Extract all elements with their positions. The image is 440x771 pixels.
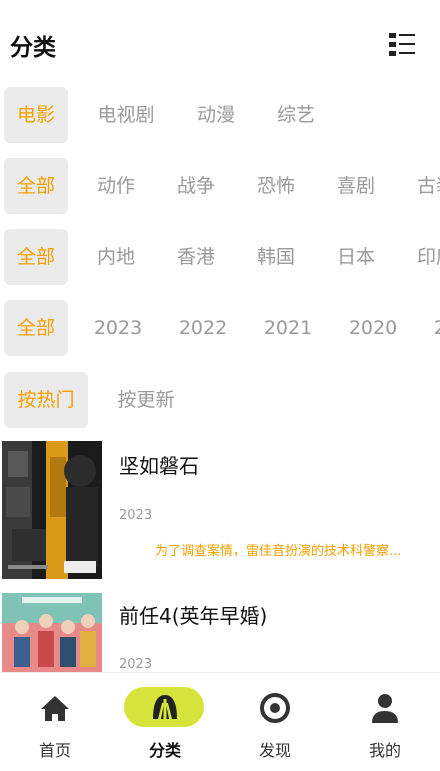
- chip-type-anime[interactable]: 动漫: [182, 87, 250, 143]
- movie-description: 为了调查案情，雷佳音扮演的技术科警察...: [155, 544, 402, 559]
- movie-year: 2023: [119, 508, 153, 523]
- list-menu-icon[interactable]: [386, 30, 418, 60]
- filter-row-region: 全部 内地 香港 韩国 日本 印度: [0, 229, 440, 287]
- tab-discover[interactable]: 发现: [220, 673, 330, 771]
- chip-genre-comedy[interactable]: 喜剧: [322, 158, 390, 214]
- chip-region-india[interactable]: 印度: [402, 229, 440, 285]
- eye-icon: [260, 693, 290, 723]
- movie-poster: [2, 593, 102, 673]
- movie-poster: [2, 441, 102, 579]
- user-icon: [372, 694, 398, 723]
- chip-year-2023[interactable]: 2023: [82, 300, 154, 356]
- chip-type-movie[interactable]: 电影: [4, 87, 68, 143]
- chip-year-2021[interactable]: 2021: [252, 300, 324, 356]
- tab-home-label: 首页: [38, 741, 71, 760]
- bottom-tab-bar: 首页 分类 发现 我的: [0, 672, 440, 771]
- chip-region-hongkong[interactable]: 香港: [162, 229, 230, 285]
- tab-category[interactable]: 分类: [110, 673, 220, 771]
- chip-year-all[interactable]: 全部: [4, 300, 68, 356]
- filter-row-type: 电影 电视剧 动漫 综艺: [0, 87, 440, 145]
- movie-year: 2023: [119, 657, 153, 672]
- chip-type-variety[interactable]: 综艺: [262, 87, 330, 143]
- chip-sort-hot[interactable]: 按热门: [4, 372, 88, 428]
- filter-row-year: 全部 2023 2022 2021 2020 2019: [0, 300, 440, 358]
- chip-type-tv[interactable]: 电视剧: [86, 87, 166, 143]
- chip-genre-costume[interactable]: 古装: [402, 158, 440, 214]
- chip-sort-updated[interactable]: 按更新: [104, 372, 188, 428]
- movie-title: 坚如磐石: [119, 454, 199, 478]
- chip-region-japan[interactable]: 日本: [322, 229, 390, 285]
- chip-genre-horror[interactable]: 恐怖: [242, 158, 310, 214]
- chip-genre-all[interactable]: 全部: [4, 158, 68, 214]
- tab-profile[interactable]: 我的: [330, 673, 440, 771]
- filter-row-sort: 按热门 按更新: [0, 372, 440, 430]
- chip-year-2020[interactable]: 2020: [337, 300, 409, 356]
- chip-genre-action[interactable]: 动作: [82, 158, 150, 214]
- home-icon: [41, 696, 69, 721]
- tab-profile-label: 我的: [368, 741, 401, 760]
- chip-year-2019[interactable]: 2019: [422, 300, 440, 356]
- chip-genre-war[interactable]: 战争: [162, 158, 230, 214]
- movie-list-item[interactable]: 坚如磐石 2023 为了调查案情，雷佳音扮演的技术科警察...: [0, 441, 440, 586]
- chip-region-korea[interactable]: 韩国: [242, 229, 310, 285]
- tab-category-label: 分类: [148, 741, 181, 760]
- chip-region-mainland[interactable]: 内地: [82, 229, 150, 285]
- chip-region-all[interactable]: 全部: [4, 229, 68, 285]
- filter-row-genre: 全部 动作 战争 恐怖 喜剧 古装: [0, 158, 440, 216]
- movie-title: 前任4(英年早婚): [119, 604, 268, 628]
- page-title: 分类: [10, 35, 56, 61]
- category-icon: [153, 695, 177, 719]
- tab-home[interactable]: 首页: [0, 673, 110, 771]
- tab-discover-label: 发现: [258, 741, 291, 760]
- chip-year-2022[interactable]: 2022: [167, 300, 239, 356]
- header: 分类: [0, 0, 440, 88]
